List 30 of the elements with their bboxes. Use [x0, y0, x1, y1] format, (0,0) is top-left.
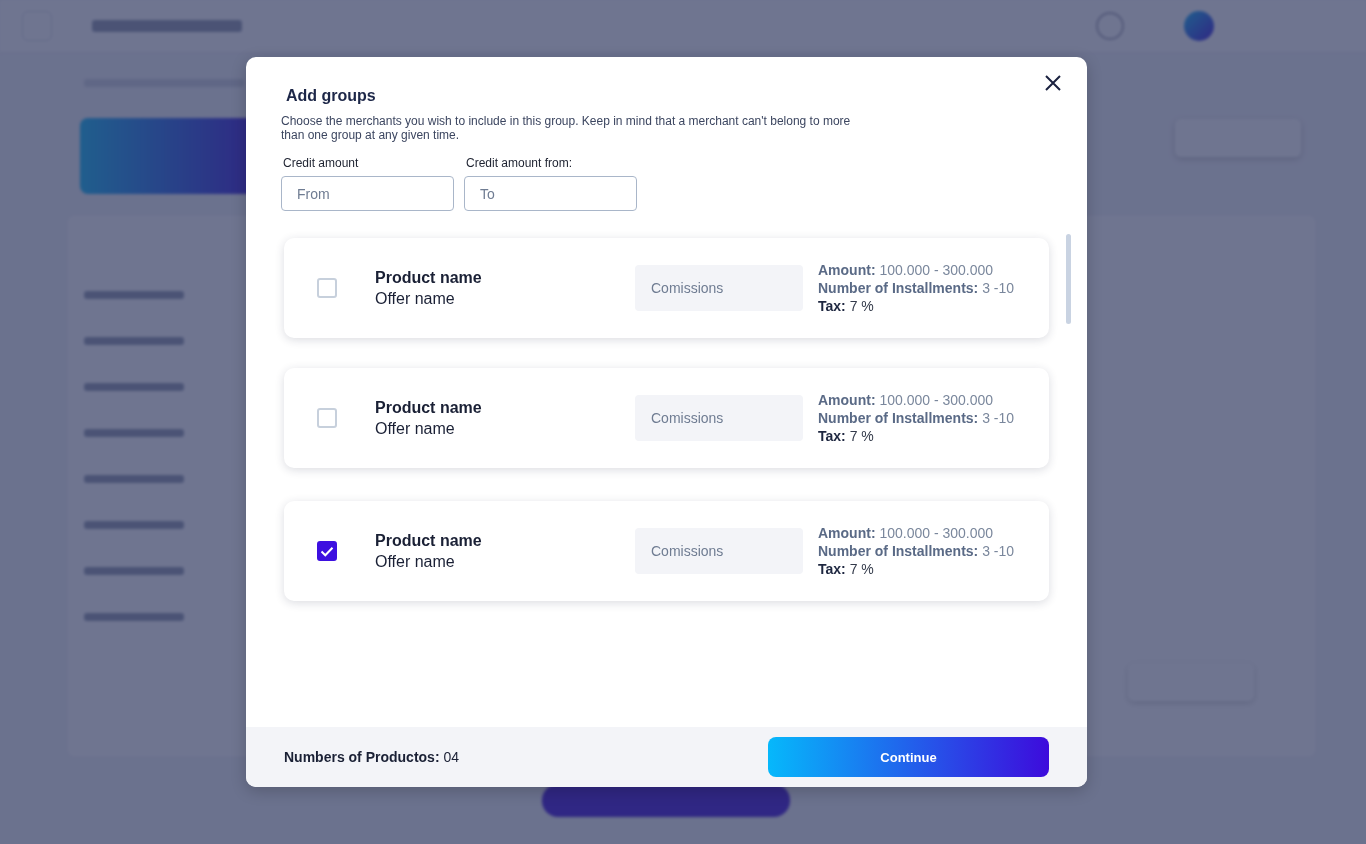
input-field[interactable]: To: [464, 176, 637, 211]
close-icon[interactable]: [1044, 74, 1062, 92]
detail-text: Tax: 7 %: [818, 298, 875, 314]
product-count: Numbers of Productos: 04: [284, 749, 460, 765]
detail-text: Tax: 7 %: [818, 561, 875, 577]
offer-name: Offer name: [375, 552, 456, 571]
detail-text: Amount: 100.000 - 300.000: [818, 525, 995, 541]
scrollbar[interactable]: [1066, 234, 1071, 324]
detail-text: Number of Installments: 3 -10: [818, 280, 1016, 296]
description-text: Choose the merchants you wish to include in this group. Keep in mind that a merchant can't belong to more than one group at any given time.: [281, 114, 852, 142]
checkmark-icon: [320, 545, 334, 557]
detail-text: Number of Installments: 3 -10: [818, 543, 1016, 559]
detail-text: Tax: 7 %: [818, 428, 875, 444]
product-name: Product name: [375, 398, 483, 417]
field-label: Credit amount: [282, 156, 360, 170]
offer-name: Offer name: [375, 419, 456, 438]
offer-name: Offer name: [375, 289, 456, 308]
continue-button[interactable]: Continue: [768, 737, 1049, 777]
detail-text: Amount: 100.000 - 300.000: [818, 392, 995, 408]
commissions-field[interactable]: Comissions: [635, 528, 803, 574]
input-field[interactable]: From: [281, 176, 454, 211]
commissions-field[interactable]: Comissions: [635, 265, 803, 311]
field-label: Credit amount from:: [465, 156, 574, 170]
modal-title: Add groups: [286, 87, 377, 105]
product-name: Product name: [375, 531, 483, 550]
commissions-field[interactable]: Comissions: [635, 395, 803, 441]
checkbox[interactable]: [317, 541, 337, 561]
product-name: Product name: [375, 268, 483, 287]
detail-text: Number of Installments: 3 -10: [818, 410, 1016, 426]
detail-text: Amount: 100.000 - 300.000: [818, 262, 995, 278]
